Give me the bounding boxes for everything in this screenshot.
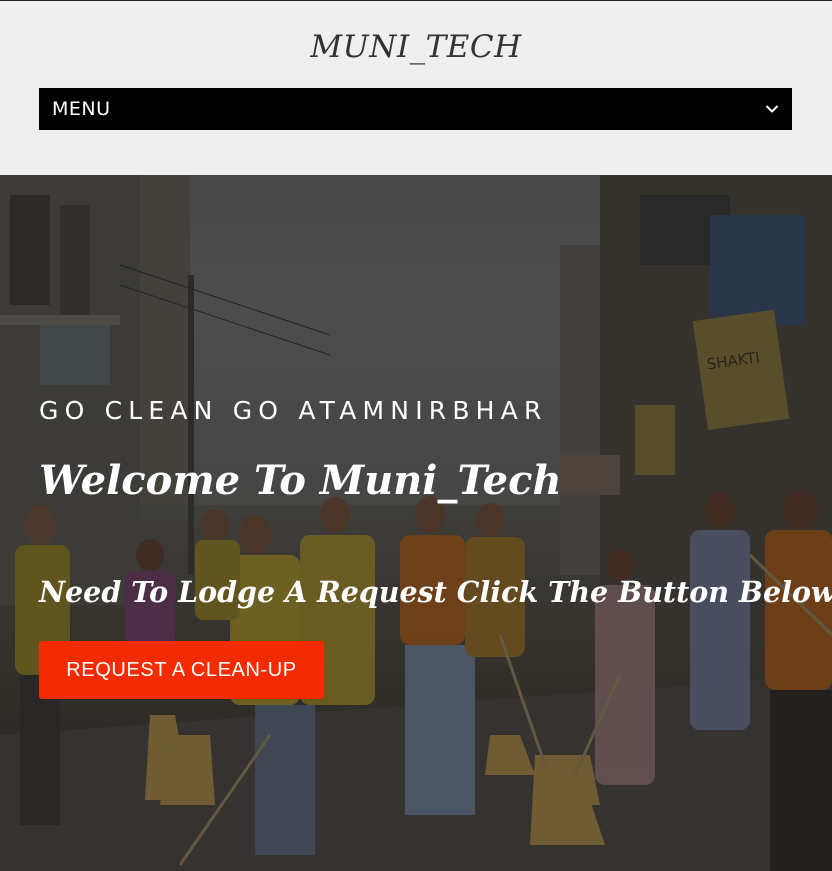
hero-overlay — [0, 175, 832, 871]
site-header: MUNI_TECH MENU — [0, 1, 832, 174]
menu-label: MENU — [52, 98, 111, 120]
hero-heading: Welcome To Muni_Tech — [39, 457, 562, 504]
site-title[interactable]: MUNI_TECH — [0, 29, 832, 65]
menu-dropdown[interactable]: MENU — [39, 88, 792, 130]
chevron-down-icon — [766, 105, 778, 113]
hero-subheading: Need To Lodge A Request Click The Button… — [39, 575, 832, 609]
hero-tagline: GO CLEAN GO ATAMNIRBHAR — [39, 396, 548, 425]
hero-banner: SHAKTI GO CLEAN GO ATAMNIRBHAR Welcome T… — [0, 175, 832, 871]
request-cleanup-button[interactable]: REQUEST A CLEAN-UP — [39, 641, 324, 699]
